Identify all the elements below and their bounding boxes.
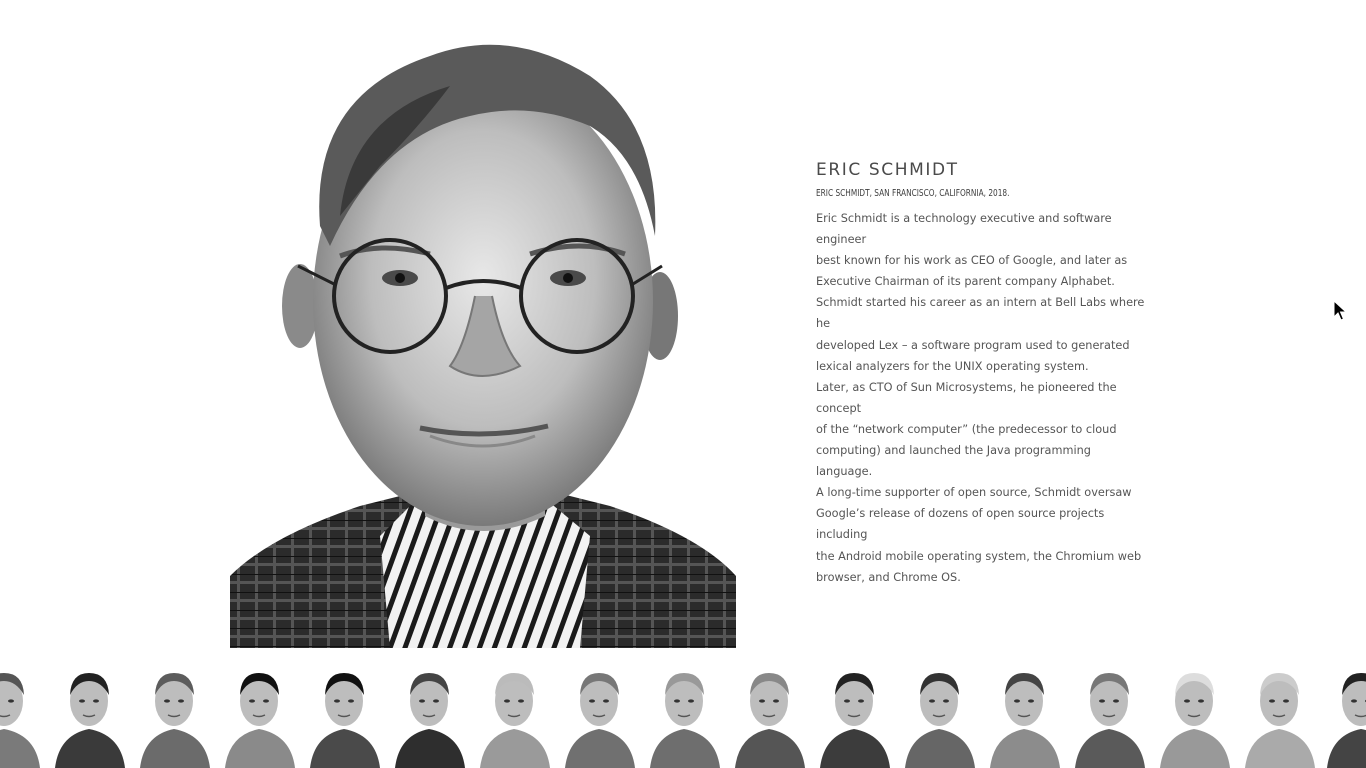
main-portrait-photo [230,16,736,648]
person-name: ERIC SCHMIDT [816,160,959,180]
portrait-thumbnail[interactable] [816,663,893,768]
bio-text: Eric Schmidt is a technology executive a… [816,212,1145,584]
portrait-thumbnail-strip[interactable] [0,663,1366,768]
portrait-thumbnail[interactable] [1156,663,1233,768]
bio-panel: ERIC SCHMIDT ERIC SCHMIDT, SAN FRANCISCO… [816,160,1146,588]
portrait-thumbnail[interactable] [221,663,298,768]
portrait-thumbnail[interactable] [731,663,808,768]
portrait-thumbnail[interactable] [306,663,383,768]
portrait-thumbnail[interactable] [391,663,468,768]
portrait-thumbnail[interactable] [561,663,638,768]
portrait-thumbnail[interactable] [1241,663,1318,768]
portrait-thumbnail[interactable] [1323,663,1366,768]
mouse-cursor-icon [1333,300,1347,321]
portrait-thumbnail[interactable] [986,663,1063,768]
portrait-thumbnail[interactable] [136,663,213,768]
portrait-thumbnail[interactable] [0,663,43,768]
portrait-gallery-page: ERIC SCHMIDT ERIC SCHMIDT, SAN FRANCISCO… [0,0,1366,768]
portrait-thumbnail[interactable] [901,663,978,768]
portrait-thumbnail[interactable] [476,663,553,768]
portrait-thumbnail[interactable] [1071,663,1148,768]
portrait-thumbnail-selected[interactable] [646,663,723,768]
photo-caption: ERIC SCHMIDT, SAN FRANCISCO, CALIFORNIA,… [816,188,1010,199]
portrait-thumbnail[interactable] [51,663,128,768]
